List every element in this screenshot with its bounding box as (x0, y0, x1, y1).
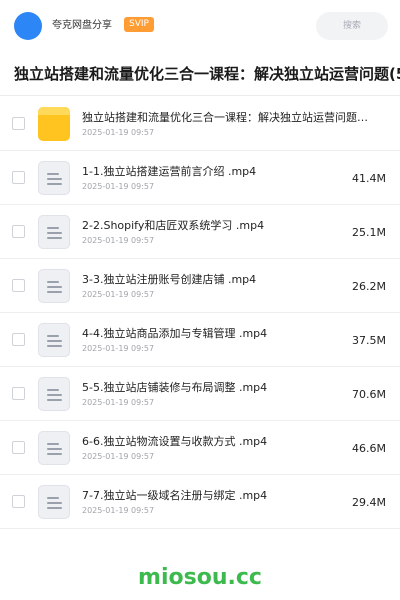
row-checkbox[interactable] (12, 495, 25, 508)
file-row[interactable]: 4-4.独立站商品添加与专辑管理 .mp4 2025-01-19 09:57 3… (0, 313, 400, 367)
share-owner-name: 夸克网盘分享 (52, 20, 112, 31)
folder-icon (38, 107, 70, 141)
file-date: 2025-01-19 09:57 (82, 344, 155, 353)
share-title: 独立站搭建和流量优化三合一课程：解决独立站运营问题(5 (14, 65, 400, 83)
file-size: 41.4M (352, 172, 386, 185)
document-icon (38, 485, 70, 519)
file-date: 2025-01-19 09:57 (82, 290, 155, 299)
document-icon (38, 269, 70, 303)
svip-badge: SVIP (124, 17, 154, 32)
file-size: 26.2M (352, 280, 386, 293)
document-icon (38, 377, 70, 411)
file-name: 独立站搭建和流量优化三合一课程：解决独立站运营问题… (82, 111, 368, 124)
watermark-text: miosou.cc (138, 565, 262, 590)
file-size: 25.1M (352, 226, 386, 239)
document-icon (38, 161, 70, 195)
row-checkbox[interactable] (12, 279, 25, 292)
header-bar: 夸克网盘分享 SVIP 搜索 (0, 0, 400, 52)
row-checkbox[interactable] (12, 441, 25, 454)
document-icon (38, 215, 70, 249)
file-row[interactable]: 1-1.独立站搭建运营前言介绍 .mp4 2025-01-19 09:57 41… (0, 151, 400, 205)
file-date: 2025-01-19 09:57 (82, 506, 155, 515)
file-row-folder[interactable]: 独立站搭建和流量优化三合一课程：解决独立站运营问题… 2025-01-19 09… (0, 97, 400, 151)
file-name: 4-4.独立站商品添加与专辑管理 .mp4 (82, 327, 268, 340)
document-icon (38, 323, 70, 357)
file-date: 2025-01-19 09:57 (82, 182, 155, 191)
search-input[interactable]: 搜索 (316, 12, 388, 40)
file-row[interactable]: 3-3.独立站注册账号创建店铺 .mp4 2025-01-19 09:57 26… (0, 259, 400, 313)
file-size: 46.6M (352, 442, 386, 455)
row-checkbox[interactable] (12, 333, 25, 346)
file-name: 5-5.独立站店铺装修与布局调整 .mp4 (82, 381, 268, 394)
file-name: 6-6.独立站物流设置与收款方式 .mp4 (82, 435, 268, 448)
file-date: 2025-01-19 09:57 (82, 452, 155, 461)
share-title-bar: 独立站搭建和流量优化三合一课程：解决独立站运营问题(5 (0, 52, 400, 96)
file-date: 2025-01-19 09:57 (82, 128, 155, 137)
file-name: 3-3.独立站注册账号创建店铺 .mp4 (82, 273, 257, 286)
file-name: 1-1.独立站搭建运营前言介绍 .mp4 (82, 165, 257, 178)
file-size: 37.5M (352, 334, 386, 347)
file-row[interactable]: 6-6.独立站物流设置与收款方式 .mp4 2025-01-19 09:57 4… (0, 421, 400, 475)
row-checkbox[interactable] (12, 171, 25, 184)
file-row[interactable]: 2-2.Shopify和店匠双系统学习 .mp4 2025-01-19 09:5… (0, 205, 400, 259)
row-checkbox[interactable] (12, 117, 25, 130)
file-date: 2025-01-19 09:57 (82, 236, 155, 245)
file-date: 2025-01-19 09:57 (82, 398, 155, 407)
file-row[interactable]: 5-5.独立站店铺装修与布局调整 .mp4 2025-01-19 09:57 7… (0, 367, 400, 421)
file-name: 2-2.Shopify和店匠双系统学习 .mp4 (82, 219, 265, 232)
file-list: 独立站搭建和流量优化三合一课程：解决独立站运营问题… 2025-01-19 09… (0, 97, 400, 529)
avatar[interactable] (14, 12, 42, 40)
file-size: 29.4M (352, 496, 386, 509)
document-icon (38, 431, 70, 465)
file-name: 7-7.独立站一级域名注册与绑定 .mp4 (82, 489, 268, 502)
row-checkbox[interactable] (12, 387, 25, 400)
row-checkbox[interactable] (12, 225, 25, 238)
file-size: 70.6M (352, 388, 386, 401)
file-row[interactable]: 7-7.独立站一级域名注册与绑定 .mp4 2025-01-19 09:57 2… (0, 475, 400, 529)
